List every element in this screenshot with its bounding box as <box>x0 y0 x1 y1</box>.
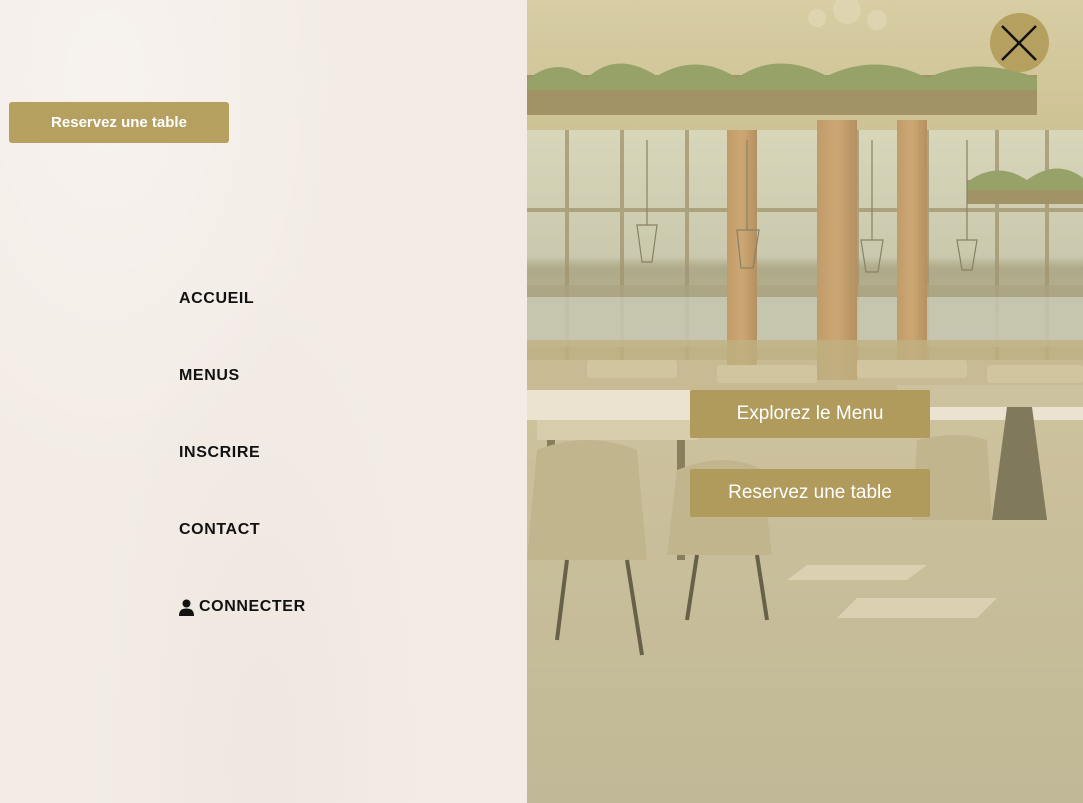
user-icon <box>179 599 194 616</box>
main-nav: ACCUEIL MENUS INSCRIRE CONTACT CONNECTER <box>179 286 306 671</box>
nav-link-accueil[interactable]: ACCUEIL <box>179 286 254 308</box>
nav-item-accueil: ACCUEIL <box>179 286 306 363</box>
explore-menu-button[interactable]: Explorez le Menu <box>690 390 930 438</box>
reserve-table-button-hero[interactable]: Reservez une table <box>690 469 930 517</box>
page: Reservez une table ACCUEIL MENUS INSCRIR… <box>0 0 1083 803</box>
reserve-table-button-top[interactable]: Reservez une table <box>9 102 229 143</box>
menu-panel: Reservez une table ACCUEIL MENUS INSCRIR… <box>0 0 527 803</box>
close-menu-button[interactable] <box>990 13 1049 72</box>
explore-menu-button-label: Explorez le Menu <box>736 403 884 424</box>
nav-link-contact[interactable]: CONTACT <box>179 517 260 539</box>
nav-link-inscrire[interactable]: INSCRIRE <box>179 440 260 462</box>
nav-link-connecter-label: CONNECTER <box>199 598 306 615</box>
nav-item-menus: MENUS <box>179 363 306 440</box>
nav-link-menus[interactable]: MENUS <box>179 363 240 385</box>
nav-item-inscrire: INSCRIRE <box>179 440 306 517</box>
nav-item-contact: CONTACT <box>179 517 306 594</box>
reserve-table-button-top-label: Reservez une table <box>51 114 187 131</box>
close-icon <box>1001 25 1037 61</box>
nav-item-connecter: CONNECTER <box>179 594 306 671</box>
reserve-table-button-hero-label: Reservez une table <box>728 482 892 503</box>
nav-link-connecter[interactable]: CONNECTER <box>179 594 306 616</box>
